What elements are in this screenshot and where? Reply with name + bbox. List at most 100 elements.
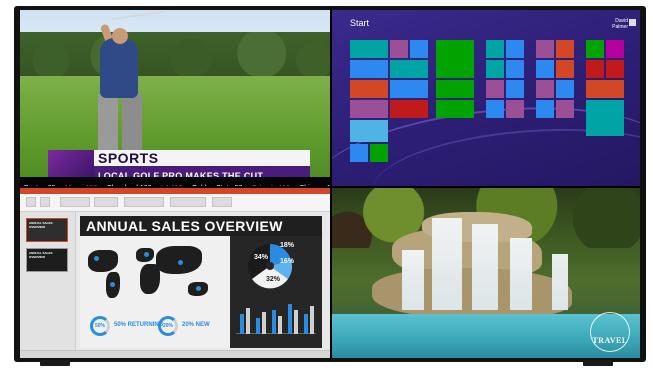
ticker-score: Chicago 110 (299, 185, 330, 186)
people-tile[interactable] (390, 60, 428, 78)
pie-chart (248, 244, 292, 289)
travel-logo: TRAVEL (590, 312, 630, 352)
map-north-america (88, 250, 118, 272)
golfer-head (112, 28, 128, 44)
store-tile[interactable] (370, 144, 388, 162)
presentation-app: ANNUAL SALES OVERVIEW ANNUAL SALES OVERV… (20, 188, 330, 358)
slide-thumbnail[interactable]: ANNUAL SALES OVERVIEW (26, 218, 68, 242)
app-tile[interactable] (486, 60, 504, 78)
presentation-quadrant: ANNUAL SALES OVERVIEW ANNUAL SALES OVERV… (20, 188, 330, 358)
find-icon[interactable] (212, 197, 232, 207)
map-marker (144, 252, 149, 257)
waterfall (402, 250, 424, 310)
returning-ring-value: 50% (94, 323, 105, 329)
status-bar (20, 350, 330, 358)
app-tile[interactable] (586, 40, 604, 58)
bar (256, 318, 260, 334)
map-marker (178, 260, 183, 265)
photos-tile[interactable] (390, 40, 408, 58)
slide-thumbnail[interactable]: ANNUAL SALES OVERVIEW (26, 248, 68, 272)
xbox-tile[interactable] (436, 40, 474, 78)
app-tile[interactable] (606, 60, 624, 78)
thumbnail-title: ANNUAL SALES OVERVIEW (29, 221, 53, 229)
slide-title: ANNUAL SALES OVERVIEW (86, 218, 283, 234)
app-tile[interactable] (536, 60, 554, 78)
new-ring-value: 20% (162, 323, 173, 329)
weather-tile[interactable] (390, 80, 428, 98)
ticker-separator: • (60, 185, 62, 186)
paste-icon[interactable] (26, 197, 36, 207)
slide-thumbnails: ANNUAL SALES OVERVIEW ANNUAL SALES OVERV… (20, 212, 76, 350)
display-foot-left (40, 360, 70, 366)
ticker-separator: • (186, 185, 188, 186)
app-tile[interactable] (606, 40, 624, 58)
news-lower-third: SPORTS LOCAL GOLF PRO MAKES THE CUT (48, 150, 310, 181)
news-tile[interactable] (390, 100, 428, 118)
app-tile[interactable] (536, 80, 554, 98)
user-avatar[interactable] (629, 19, 636, 26)
start-title: Start (350, 18, 370, 28)
user-name[interactable]: David Palmer (612, 18, 628, 30)
ie-tile[interactable] (350, 144, 368, 162)
golfer-legs (98, 94, 142, 154)
ticker-score: Orlando 116 (252, 185, 290, 186)
slide-canvas[interactable]: ANNUAL SALES OVERVIEW 50% 50% RETURNING … (80, 216, 322, 348)
ribbon-tab-bar[interactable] (20, 188, 330, 194)
thumbnail-title: ANNUAL SALES OVERVIEW (29, 251, 53, 259)
app-tile[interactable] (506, 40, 524, 58)
app-tile[interactable] (556, 40, 574, 58)
ticker-score: Golden State 97 (192, 185, 243, 186)
user-last-name: Palmer (612, 24, 628, 30)
new-ring: 20% (158, 316, 178, 336)
app-tile[interactable] (506, 80, 524, 98)
bar (272, 310, 276, 334)
app-tile[interactable] (586, 60, 604, 78)
app-tile[interactable] (486, 40, 504, 58)
app-tile[interactable] (556, 80, 574, 98)
bar (310, 306, 314, 334)
score-ticker: Boston 85•Miami 108•Cleveland 100•LA 112… (20, 177, 330, 186)
bar (294, 310, 298, 334)
desktop-tile[interactable] (350, 80, 388, 98)
photo-live-tile[interactable] (350, 120, 388, 142)
ticker-score: LA 112 (161, 185, 182, 186)
mail-tile[interactable] (350, 40, 388, 58)
new-slide-icon[interactable] (40, 197, 50, 207)
font-select[interactable] (60, 197, 90, 207)
calendar-tile[interactable] (350, 60, 388, 78)
messaging-tile[interactable] (350, 100, 388, 118)
app-tile[interactable] (536, 100, 554, 118)
display-screen: SPORTS LOCAL GOLF PRO MAKES THE CUT Bost… (20, 10, 640, 358)
skydrive-tile[interactable] (410, 40, 428, 58)
app-tile[interactable] (486, 80, 504, 98)
display-foot-right (583, 360, 613, 366)
ticker-score: Boston 85 (24, 185, 56, 186)
travel-quadrant: TRAVEL (332, 188, 640, 358)
paragraph-controls[interactable] (94, 197, 118, 207)
sports-headline: SPORTS (98, 150, 159, 166)
app-tile[interactable] (556, 100, 574, 118)
app-tile[interactable] (586, 80, 624, 98)
start-screen-quadrant: Start David Palmer (332, 10, 640, 186)
app-tile[interactable] (586, 100, 624, 136)
ticker-separator: • (246, 185, 248, 186)
travel-logo-text: TRAVEL (592, 336, 628, 345)
ticker-separator: • (156, 185, 158, 186)
tree-line (20, 32, 330, 80)
pie-center (266, 262, 274, 270)
music-tile[interactable] (436, 100, 474, 118)
shapes-gallery[interactable] (124, 197, 164, 207)
returning-ring: 50% (90, 316, 110, 336)
app-tile[interactable] (486, 100, 504, 118)
waterfall (552, 254, 568, 310)
app-tile[interactable] (506, 100, 524, 118)
bar (262, 312, 266, 334)
app-tile[interactable] (506, 60, 524, 78)
quick-styles[interactable] (170, 197, 206, 207)
ticker-score: Miami 108 (65, 185, 97, 186)
pie-label: 32% (266, 276, 281, 283)
app-tile[interactable] (536, 40, 554, 58)
returning-stat: 50% RETURNING (114, 322, 164, 328)
games-tile[interactable] (436, 80, 474, 98)
app-tile[interactable] (556, 60, 574, 78)
